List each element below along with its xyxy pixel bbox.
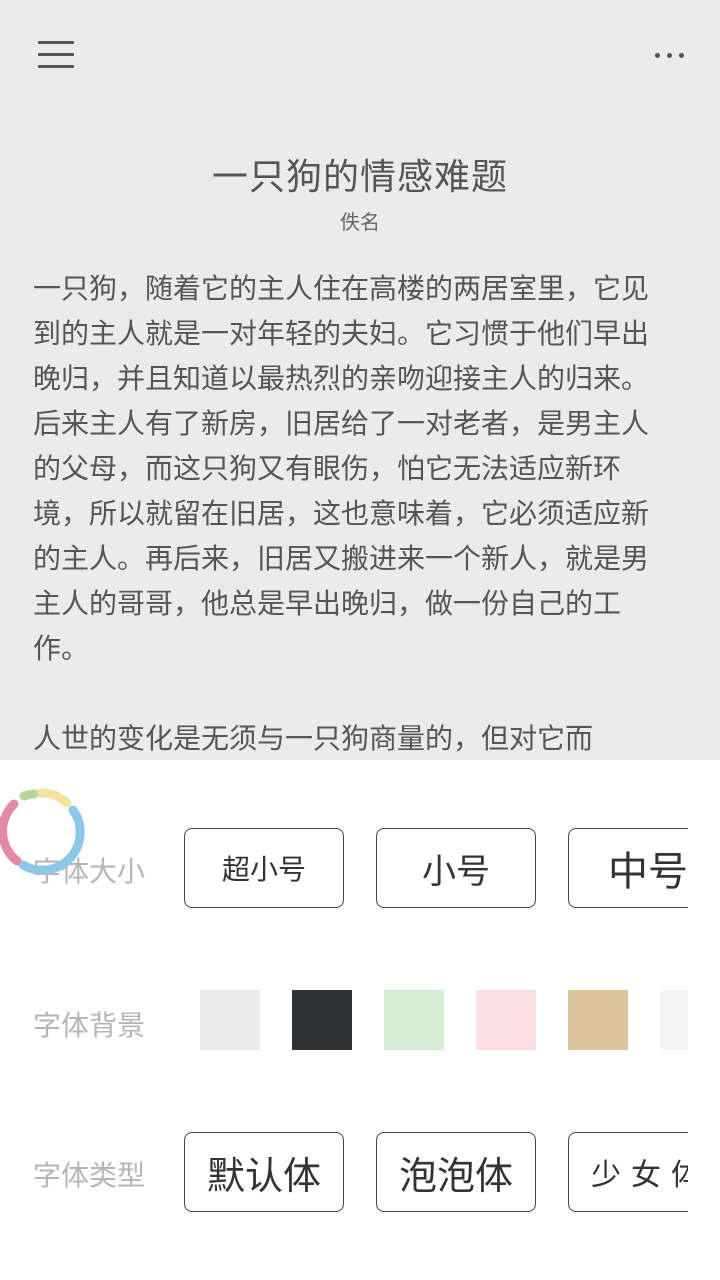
loading-ring-icon (0, 788, 85, 875)
dot-1 (655, 53, 660, 58)
book-author: 佚名 (340, 210, 380, 234)
book-content: 一只狗，随着它的主人住在高楼的两居室里，它见到的主人就是一对年轻的夫妇。它习惯于… (33, 266, 673, 760)
font-background-label: 字体背景 (33, 1009, 146, 1042)
dot-2 (667, 53, 672, 58)
hamburger-menu-icon[interactable] (36, 40, 76, 70)
font-type-label: 字体类型 (33, 1159, 146, 1192)
dot-3 (679, 53, 684, 58)
more-dots-icon[interactable] (650, 44, 690, 66)
background-swatch-white[interactable] (660, 990, 688, 1050)
font-size-option-medium[interactable]: 中号 (568, 828, 688, 908)
background-swatches (200, 990, 688, 1050)
font-type-option-default[interactable]: 默认体 (184, 1132, 344, 1212)
font-size-row: 字体大小 超小号 小号 中号 (0, 828, 720, 908)
font-type-option-bubble[interactable]: 泡泡体 (376, 1132, 536, 1212)
font-type-row: 字体类型 默认体 泡泡体 少女体 (0, 1132, 720, 1212)
font-size-options: 超小号 小号 中号 (184, 828, 688, 910)
content-paragraph-1: 一只狗，随着它的主人住在高楼的两居室里，它见到的主人就是一对年轻的夫妇。它习惯于… (33, 272, 650, 665)
menu-bar-top (38, 41, 74, 44)
reader-page: 一只狗的情感难题 佚名 一只狗，随着它的主人住在高楼的两居室里，它见到的主人就是… (0, 0, 720, 760)
loader-segment-green (19, 789, 39, 801)
background-swatch-dark[interactable] (292, 990, 352, 1050)
font-type-options: 默认体 泡泡体 少女体 (184, 1132, 688, 1214)
book-title: 一只狗的情感难题 (211, 157, 508, 198)
loader-segment-yellow (36, 788, 72, 808)
font-type-option-girl[interactable]: 少女体 (568, 1132, 688, 1212)
font-background-row: 字体背景 (0, 990, 720, 1070)
menu-bar-middle (38, 53, 74, 56)
background-swatch-green[interactable] (384, 990, 444, 1050)
loader-segment-pink (0, 799, 22, 866)
loader-segment-blue (18, 805, 85, 875)
background-swatch-pink[interactable] (476, 990, 536, 1050)
background-swatch-tan[interactable] (568, 990, 628, 1050)
content-paragraph-2: 人世的变化是无须与一只狗商量的，但对它而 (33, 722, 594, 755)
menu-bar-bottom (38, 65, 74, 68)
font-size-option-extra-small[interactable]: 超小号 (184, 828, 344, 908)
reading-settings-panel: 字体大小 超小号 小号 中号 字体背景 字体类型 默认体 泡泡体 少女体 (0, 760, 720, 1280)
background-swatch-light-gray[interactable] (200, 990, 260, 1050)
font-size-option-small[interactable]: 小号 (376, 828, 536, 908)
